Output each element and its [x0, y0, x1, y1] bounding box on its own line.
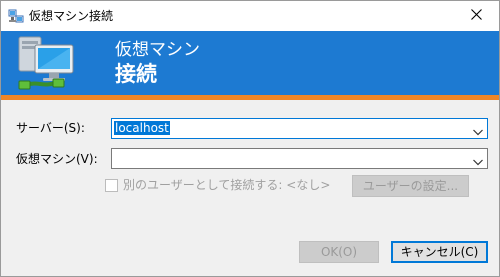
title-bar: 仮想マシン接続	[1, 1, 499, 31]
vm-combobox[interactable]	[111, 148, 488, 169]
user-settings-button[interactable]: ユーザーの設定...	[352, 175, 469, 197]
close-icon	[470, 9, 482, 23]
server-label: サーバー(S):	[16, 121, 85, 135]
vm-connect-icon	[8, 9, 24, 24]
banner-subtitle: 仮想マシン	[115, 40, 200, 60]
window-title: 仮想マシン接続	[29, 9, 114, 23]
ok-button[interactable]: OK(O)	[299, 241, 379, 263]
server-combobox[interactable]: localhost	[111, 118, 488, 139]
vm-connect-dialog: 仮想マシン接続 仮想マシン 接続 サーバー(S): localhost 仮想マシ…	[0, 0, 500, 277]
close-button[interactable]	[453, 1, 499, 31]
chevron-down-icon[interactable]	[473, 125, 483, 136]
cancel-button[interactable]: キャンセル(C)	[391, 241, 488, 263]
banner-accent-strip	[1, 95, 499, 100]
chevron-down-icon[interactable]	[473, 155, 483, 166]
banner-title: 接続	[115, 62, 157, 86]
computer-network-icon	[15, 35, 85, 93]
vm-label: 仮想マシン(V):	[16, 152, 98, 166]
other-user-checkbox[interactable]	[105, 179, 118, 192]
other-user-checkbox-label: 別のユーザーとして接続する: <なし>	[123, 178, 331, 192]
server-input-value: localhost	[114, 121, 170, 135]
